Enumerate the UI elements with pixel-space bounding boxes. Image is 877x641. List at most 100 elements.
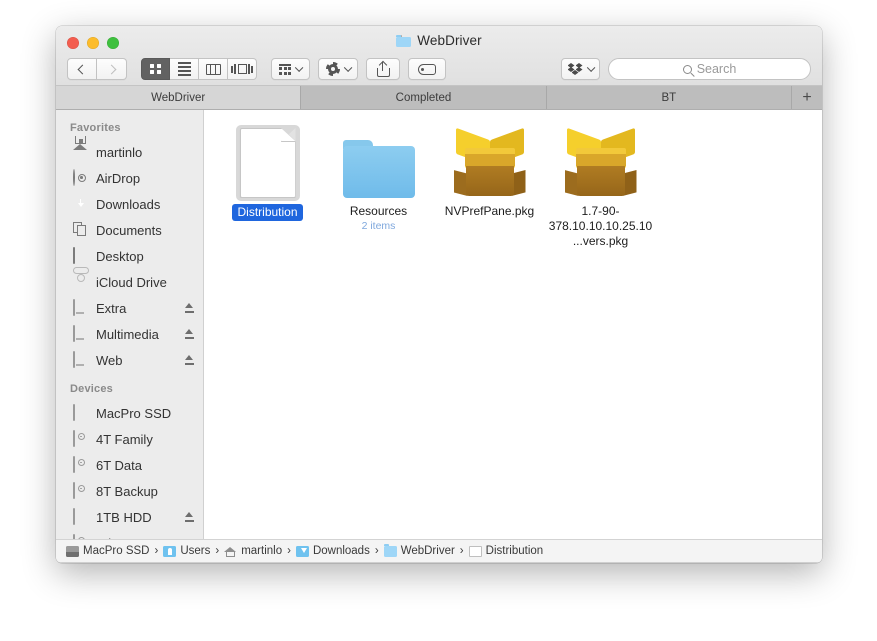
tags-button[interactable] (408, 58, 446, 80)
sidebar-item-win-10[interactable]: Win 10 (56, 530, 203, 539)
breadcrumb-webdriver[interactable]: WebDriver (383, 544, 455, 557)
drive-icon (73, 351, 89, 368)
folder-icon (383, 544, 397, 557)
file-icon-wrap (342, 124, 415, 198)
arrange-grid-icon (279, 63, 291, 75)
tab-completed[interactable]: Completed (301, 86, 547, 109)
toolbar: Search (56, 52, 822, 86)
sidebar-item-label: MacPro SSD (96, 405, 172, 421)
file-grid-area[interactable]: Distribution Resources 2 items NVPrefPan… (204, 110, 822, 539)
path-bar: MacPro SSD › Users › martinlo › Download… (56, 539, 822, 562)
eject-icon[interactable] (185, 512, 194, 522)
finder-window: WebDriver Search WebDriver Completed BT … (56, 26, 822, 563)
sidebar-item-martinlo[interactable]: martinlo (56, 136, 203, 165)
sidebar-item-label: AirDrop (96, 170, 141, 186)
eject-icon[interactable] (185, 329, 194, 339)
breadcrumb-label: MacPro SSD (83, 545, 150, 557)
tab-bar: WebDriver Completed BT + (56, 86, 822, 110)
sidebar-item-label: iCloud Drive (96, 274, 167, 290)
sidebar-item-8t-backup[interactable]: 8T Backup (56, 478, 203, 504)
tag-icon (418, 63, 436, 75)
hdd-icon (73, 456, 89, 473)
breadcrumb-separator: › (459, 545, 464, 557)
drive-icon (73, 325, 89, 342)
sidebar-item-label: Documents (96, 222, 162, 238)
file-item-nvprefpane[interactable]: NVPrefPane.pkg (434, 124, 545, 249)
file-item-distribution[interactable]: Distribution (212, 124, 323, 249)
sidebar-item-desktop[interactable]: Desktop (56, 243, 203, 269)
sidebar-item-label: Multimedia (96, 326, 159, 342)
eject-icon[interactable] (185, 303, 194, 313)
drive-icon (73, 299, 89, 316)
sidebar-item-label: 1TB HDD (96, 509, 152, 525)
sidebar-item-macpro-ssd[interactable]: MacPro SSD (56, 400, 203, 426)
folder-icon (396, 34, 412, 47)
breadcrumb-martinlo[interactable]: martinlo (224, 545, 282, 557)
icon-view-button[interactable] (141, 58, 170, 80)
file-name: Distribution (232, 204, 303, 221)
sidebar-item-4t-family[interactable]: 4T Family (56, 426, 203, 452)
file-grid: Distribution Resources 2 items NVPrefPan… (204, 110, 822, 249)
close-button[interactable] (67, 37, 79, 49)
sidebar-item-downloads[interactable]: Downloads (56, 191, 203, 217)
coverflow-icon (231, 64, 253, 74)
breadcrumb-downloads[interactable]: Downloads (295, 545, 370, 557)
maximize-button[interactable] (107, 37, 119, 49)
file-item-resources[interactable]: Resources 2 items (323, 124, 434, 249)
back-button[interactable] (67, 58, 97, 80)
sidebar-item-label: Extra (96, 300, 127, 316)
file-item-nvidia-webdriver-pkg[interactable]: 1.7-90-378.10.10.10.25.10...vers.pkg (545, 124, 656, 249)
share-icon (376, 60, 390, 77)
new-tab-button[interactable]: + (791, 86, 822, 109)
status-bar: 1 of 4 selected, 263.87 GB available (56, 562, 822, 563)
sidebar-item-label: Desktop (96, 248, 144, 264)
breadcrumb-distribution[interactable]: Distribution (468, 545, 543, 557)
folder-icon (342, 140, 415, 198)
arrange-button[interactable] (271, 58, 310, 80)
view-mode-buttons (141, 58, 257, 80)
sidebar: Favorites martinlo AirDrop Downloads Doc… (56, 110, 204, 539)
breadcrumb-macpro-ssd[interactable]: MacPro SSD (66, 545, 149, 557)
users-folder-icon (163, 545, 177, 557)
dropbox-button[interactable] (560, 58, 600, 80)
share-button[interactable] (366, 58, 400, 80)
file-icon-wrap (235, 124, 300, 201)
minimize-button[interactable] (87, 37, 99, 49)
sidebar-item-multimedia[interactable]: Multimedia (56, 321, 203, 347)
window-title: WebDriver (56, 33, 822, 48)
window-titlebar: WebDriver Search (56, 26, 822, 86)
sidebar-item-6t-data[interactable]: 6T Data (56, 452, 203, 478)
hdd-icon (73, 534, 89, 539)
sidebar-item-label: Downloads (96, 196, 161, 212)
sidebar-item-web[interactable]: Web (56, 347, 203, 373)
tab-bt[interactable]: BT (546, 86, 792, 109)
columns-icon (205, 63, 221, 75)
breadcrumb-separator: › (374, 545, 379, 557)
sidebar-item-icloud-drive[interactable]: iCloud Drive (56, 267, 203, 295)
gear-icon (325, 62, 340, 76)
dropbox-icon (567, 63, 583, 76)
breadcrumb-label: WebDriver (400, 545, 455, 557)
sidebar-item-label: 4T Family (96, 431, 153, 447)
ssd-icon (73, 404, 89, 421)
forward-button[interactable] (97, 58, 127, 80)
sidebar-item-documents[interactable]: Documents (56, 217, 203, 243)
list-view-button[interactable] (170, 58, 199, 80)
tab-webdriver[interactable]: WebDriver (56, 86, 302, 109)
sidebar-item-1tb-hdd[interactable]: 1TB HDD (56, 504, 203, 530)
screenshot-root: WebDriver Search WebDriver Completed BT … (0, 0, 877, 641)
file-name: Resources (349, 204, 408, 218)
search-field[interactable]: Search (608, 58, 811, 80)
column-view-button[interactable] (199, 58, 228, 80)
document-icon (235, 125, 300, 201)
action-menu-button[interactable] (317, 58, 358, 80)
gallery-view-button[interactable] (228, 58, 257, 80)
sidebar-item-airdrop[interactable]: AirDrop (56, 165, 203, 191)
window-title-text: WebDriver (417, 33, 482, 48)
home-folder-icon (224, 546, 237, 557)
sidebar-item-extra[interactable]: Extra (56, 295, 203, 321)
breadcrumb-users[interactable]: Users (163, 545, 210, 557)
tab-label: WebDriver (151, 91, 206, 104)
eject-icon[interactable] (185, 355, 194, 365)
breadcrumb-label: Users (180, 545, 211, 557)
